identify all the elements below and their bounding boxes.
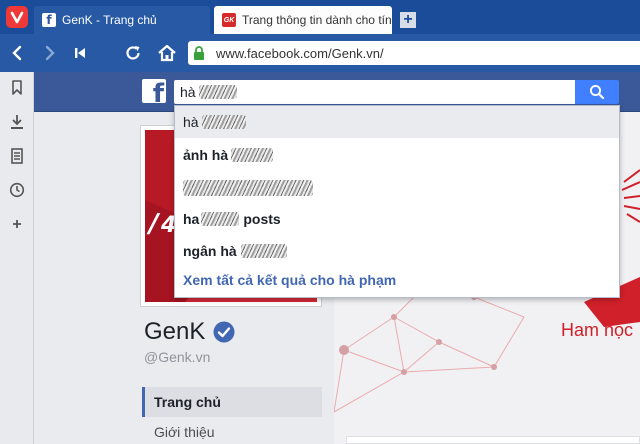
page-title[interactable]: GenK xyxy=(144,318,235,346)
search-button[interactable] xyxy=(575,80,619,104)
suggestion-text: hà xyxy=(183,114,199,130)
facebook-logo-icon[interactable]: f xyxy=(142,79,166,103)
rewind-button[interactable] xyxy=(68,41,92,65)
forward-button[interactable] xyxy=(38,41,62,65)
suggestion-text: ngân hà xyxy=(183,243,237,259)
address-bar[interactable]: www.facebook.com/Genk.vn/ xyxy=(188,41,640,65)
suggestion-item[interactable]: ha posts xyxy=(175,203,619,235)
cover-tagline: Ham học xyxy=(561,320,634,340)
suggestion-text: ha xyxy=(183,211,200,227)
redacted-scribble xyxy=(231,148,274,162)
reload-button[interactable] xyxy=(121,41,145,65)
suggestion-item[interactable] xyxy=(175,172,619,204)
new-tab-button[interactable]: + xyxy=(400,12,416,28)
tab-strip xyxy=(346,436,640,444)
suggestion-text: ảnh hà xyxy=(183,147,229,163)
bookmark-icon[interactable] xyxy=(7,78,27,98)
tab-genk-facebook[interactable]: f GenK - Trang chủ xyxy=(34,6,210,34)
notes-icon[interactable] xyxy=(7,146,27,166)
download-icon[interactable] xyxy=(7,112,27,132)
page-handle[interactable]: @Genk.vn xyxy=(144,349,210,365)
left-nav-home[interactable]: Trang chủ xyxy=(142,387,322,417)
history-icon[interactable] xyxy=(7,180,27,200)
navigation-bar: www.facebook.com/Genk.vn/ xyxy=(0,34,640,72)
see-all-results-link[interactable]: Xem tất cả kết quả cho hà phạm xyxy=(183,272,396,288)
left-nav-about[interactable]: Giới thiệu xyxy=(154,424,215,440)
genk-favicon-icon: GK xyxy=(222,13,236,27)
facebook-favicon-icon: f xyxy=(42,13,56,27)
tab-label: Trang thông tin dành cho tín xyxy=(242,13,392,27)
redacted-scribble xyxy=(240,244,287,258)
tab-genk-site[interactable]: GK Trang thông tin dành cho tín xyxy=(214,6,392,34)
suggestion-item[interactable]: ngân hà xyxy=(175,235,619,267)
add-panel-icon[interactable] xyxy=(7,214,27,234)
side-panel xyxy=(0,72,34,444)
suggestion-item[interactable]: hà xyxy=(175,106,619,138)
vivaldi-logo-icon[interactable] xyxy=(6,6,28,28)
suggestion-suffix: posts xyxy=(243,211,281,227)
url-text[interactable]: www.facebook.com/Genk.vn/ xyxy=(216,46,384,61)
search-query: hà xyxy=(180,84,196,100)
redacted-scribble xyxy=(201,212,240,226)
redacted-scribble xyxy=(183,180,313,196)
search-suggestions-dropdown: hà ảnh hà ha posts ngân hà Xem tất cả kế… xyxy=(174,105,620,298)
search-icon xyxy=(589,84,605,100)
suggestion-item[interactable]: ảnh hà xyxy=(175,139,619,171)
redacted-scribble xyxy=(198,85,237,99)
home-button[interactable] xyxy=(155,41,179,65)
verified-badge-icon xyxy=(213,321,235,343)
search-input[interactable]: hà xyxy=(174,80,576,104)
lock-icon[interactable] xyxy=(188,46,210,60)
tab-label: GenK - Trang chủ xyxy=(62,13,157,27)
tab-bar: f GenK - Trang chủ GK Trang thông tin dà… xyxy=(0,0,640,34)
page-name-text: GenK xyxy=(144,318,206,345)
redacted-scribble xyxy=(201,115,246,129)
back-button[interactable] xyxy=(5,41,29,65)
